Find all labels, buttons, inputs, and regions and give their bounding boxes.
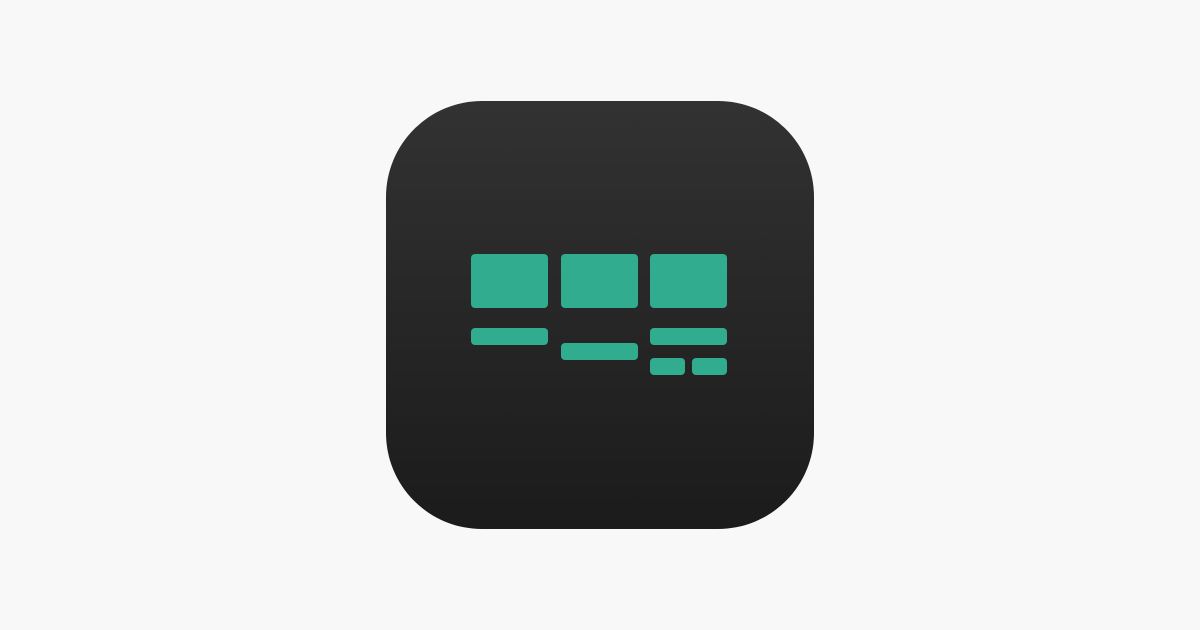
tile-left [471, 254, 548, 308]
tile-center [561, 254, 638, 308]
app-icon [386, 101, 814, 529]
tile-right [650, 254, 727, 308]
bar-right [650, 328, 727, 345]
bar-center [561, 343, 638, 360]
grid-layout-icon [386, 101, 814, 529]
chip-right-b [692, 358, 727, 375]
chip-right-a [650, 358, 685, 375]
bar-left [471, 328, 548, 345]
